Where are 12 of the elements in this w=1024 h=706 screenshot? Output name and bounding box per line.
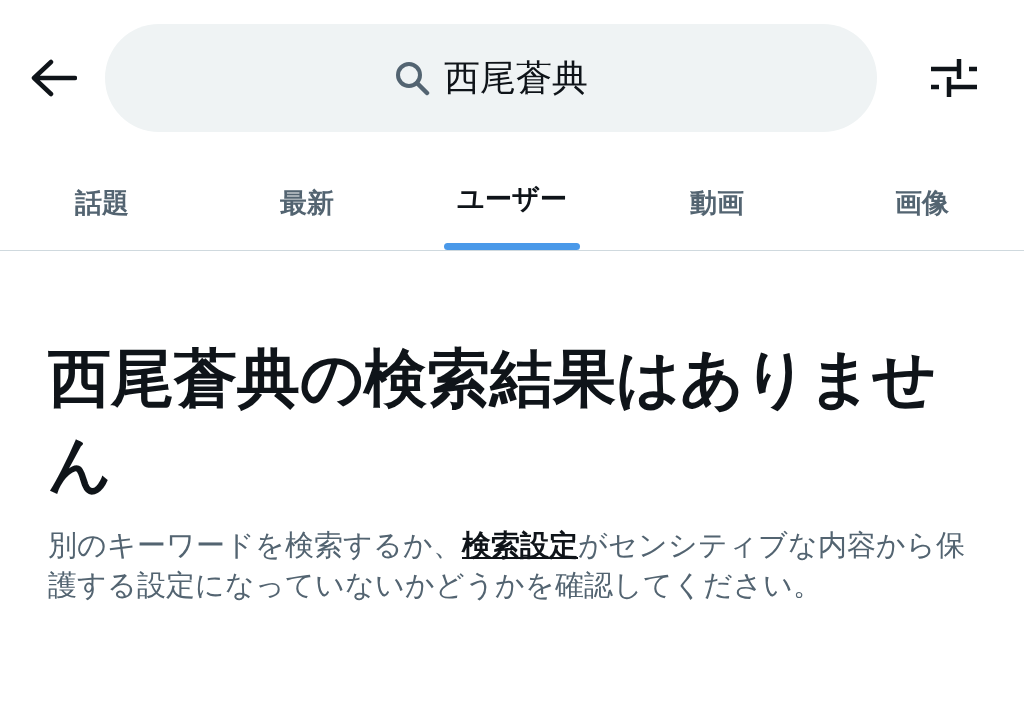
search-query: 西尾蒼典 xyxy=(444,56,588,100)
tab[interactable]: 画像 xyxy=(894,182,949,224)
search-field[interactable]: 西尾蒼典 xyxy=(105,24,877,132)
tab[interactable]: 最新 xyxy=(280,182,335,224)
search-icon xyxy=(394,60,430,96)
empty-message: 別のキーワードを検索するか、検索設定がセンシティブな内容から保護する設定になっていないかどうかを確認してください。 xyxy=(48,528,966,603)
tab[interactable]: 動画 xyxy=(689,182,744,224)
back-arrow-icon xyxy=(29,58,77,98)
tab[interactable]: 話題 xyxy=(75,182,130,224)
empty-title: 西尾蒼典の検索結果はありません xyxy=(48,342,937,501)
search-settings-link[interactable]: 検索設定 xyxy=(462,529,578,561)
tab[interactable]: ユーザー xyxy=(457,179,567,220)
